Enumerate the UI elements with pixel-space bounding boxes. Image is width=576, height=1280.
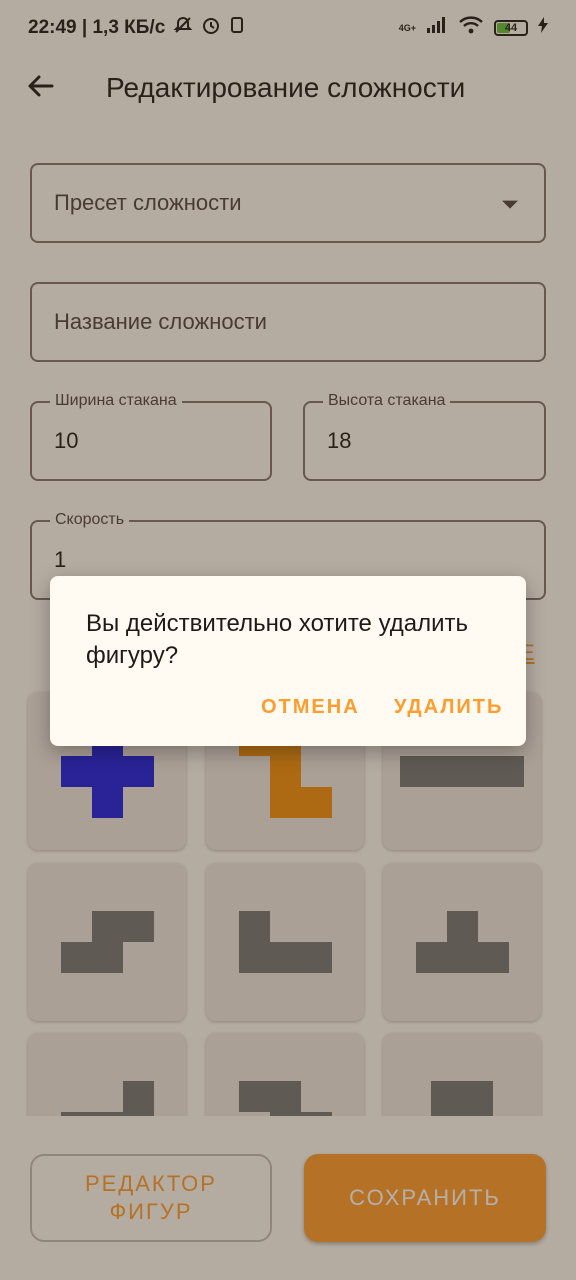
delete-button[interactable]: УДАЛИТЬ [394,696,503,719]
dialog-message: Вы действительно хотите удалить фигуру? [86,610,469,669]
delete-confirm-dialog: Вы действительно хотите удалить фигуру? … [50,576,526,746]
cancel-button[interactable]: ОТМЕНА [261,696,360,719]
